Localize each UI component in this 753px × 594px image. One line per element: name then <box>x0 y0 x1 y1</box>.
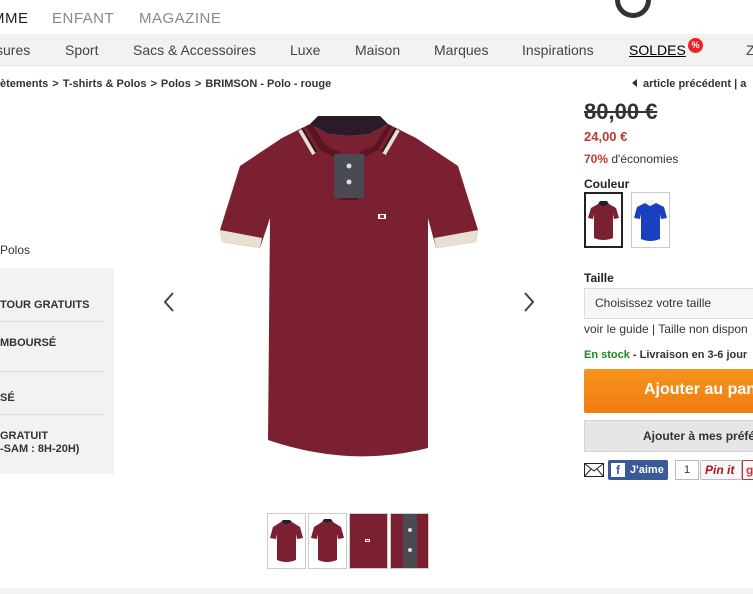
service-box: TOUR GRATUITS MBOURSÉ SÉ GRATUIT -SAM : … <box>0 268 114 474</box>
size-label: Taille <box>584 271 614 285</box>
stock-info: En stock - Livraison en 3-6 jour <box>584 349 747 361</box>
category-bar: sures Sport Sacs & Accessoires Luxe Mais… <box>0 34 753 66</box>
breadcrumb-separator: > <box>52 78 59 90</box>
cat-item-z[interactable]: Z <box>746 42 753 58</box>
divider <box>0 321 104 322</box>
thumbnail-front[interactable] <box>267 513 306 569</box>
thumbnail-back[interactable] <box>308 513 347 569</box>
product-main-image[interactable] <box>210 110 490 470</box>
logo-detail-thumb-icon <box>365 539 370 542</box>
collar-detail-thumb-icon <box>403 514 417 568</box>
add-to-cart-button[interactable]: Ajouter au pan <box>584 369 753 413</box>
stock-status: En stock <box>584 349 630 361</box>
size-select-placeholder: Choisissez votre taille <box>595 296 712 310</box>
add-to-wishlist-button[interactable]: Ajouter à mes préfé <box>584 420 753 452</box>
google-plus-label: g <box>746 463 753 477</box>
topnav-item-enfant[interactable]: ENFANT <box>52 10 114 27</box>
cat-item-chaussures[interactable]: sures <box>0 42 30 58</box>
pinterest-button[interactable]: Pin it <box>700 460 742 480</box>
sale-price: 24,00 € <box>584 129 628 144</box>
service-item-hotline[interactable]: GRATUIT <box>0 430 104 443</box>
cat-item-inspirations[interactable]: Inspirations <box>522 42 594 58</box>
service-item-returns[interactable]: TOUR GRATUITS <box>0 299 104 312</box>
breadcrumb: ètements > T-shirts & Polos > Polos > BRIMSON … <box>0 78 331 90</box>
breadcrumb-item[interactable]: T-shirts & Polos <box>63 78 147 90</box>
service-item-refund[interactable]: MBOURSÉ <box>0 337 104 350</box>
cat-item-marques[interactable]: Marques <box>434 42 488 58</box>
cat-item-sacs[interactable]: Sacs & Accessoires <box>133 42 256 58</box>
facebook-like-button[interactable]: f J'aime <box>608 460 668 480</box>
prev-article-link[interactable]: article précédent | a <box>632 78 746 90</box>
thumbnail-detail-logo[interactable] <box>349 513 388 569</box>
discount-text: d'économies <box>608 152 679 166</box>
cat-item-sport[interactable]: Sport <box>65 42 98 58</box>
color-label: Couleur <box>584 177 630 191</box>
cat-item-maison[interactable]: Maison <box>355 42 400 58</box>
google-plus-button[interactable]: g <box>742 460 753 480</box>
add-to-cart-label: Ajouter au pan <box>644 381 753 398</box>
size-select[interactable]: Choisissez votre taille <box>584 288 753 319</box>
facebook-like-count: 1 <box>675 460 699 480</box>
breadcrumb-separator: > <box>150 78 157 90</box>
cat-item-soldes[interactable]: SOLDES <box>629 42 686 58</box>
add-to-wishlist-label: Ajouter à mes préfé <box>643 429 753 443</box>
divider <box>0 371 104 372</box>
chevron-left-icon <box>632 79 637 87</box>
breadcrumb-separator: > <box>194 78 202 90</box>
thumbnail-detail-collar[interactable] <box>390 513 429 569</box>
old-price: 80,00 € <box>584 99 658 124</box>
discount-percent: 70% <box>584 152 609 166</box>
pinterest-label: Pin it <box>705 463 735 477</box>
discount-info: 70% d'économies <box>584 152 678 166</box>
divider <box>0 414 104 415</box>
polo-front-thumb-icon <box>270 520 303 562</box>
facebook-like-label: J'aime <box>630 464 664 476</box>
polo-red-swatch-icon <box>588 201 619 240</box>
service-item-hours: -SAM : 8H-20H) <box>0 443 80 455</box>
cat-item-luxe[interactable]: Luxe <box>290 42 320 58</box>
color-swatch-blue[interactable] <box>631 192 670 248</box>
email-icon[interactable] <box>584 463 604 477</box>
prev-image-arrow-icon[interactable] <box>161 287 177 317</box>
footer-strip <box>0 588 753 594</box>
soldes-badge: % <box>688 38 703 53</box>
breadcrumb-current: BRIMSON - Polo - rouge <box>205 78 332 90</box>
sidebar-category-polos[interactable]: Polos <box>0 243 30 257</box>
service-item-secure[interactable]: SÉ <box>0 392 104 405</box>
polo-blue-swatch-icon <box>634 200 667 241</box>
color-swatch-red[interactable] <box>584 192 623 248</box>
next-image-arrow-icon[interactable] <box>521 287 537 317</box>
size-guide-link[interactable]: voir le guide | Taille non dispon <box>584 322 748 336</box>
delivery-info: - Livraison en 3-6 jour <box>629 349 748 361</box>
breadcrumb-item[interactable]: Polos <box>161 78 191 90</box>
topnav-item-magazine[interactable]: MAGAZINE <box>139 10 221 27</box>
facebook-icon: f <box>611 463 625 477</box>
prev-article-label: article précédent | a <box>643 78 747 90</box>
breadcrumb-item[interactable]: ètements <box>0 78 48 90</box>
polo-back-thumb-icon <box>311 519 344 562</box>
topnav-item-femme[interactable]: MME <box>0 10 29 27</box>
